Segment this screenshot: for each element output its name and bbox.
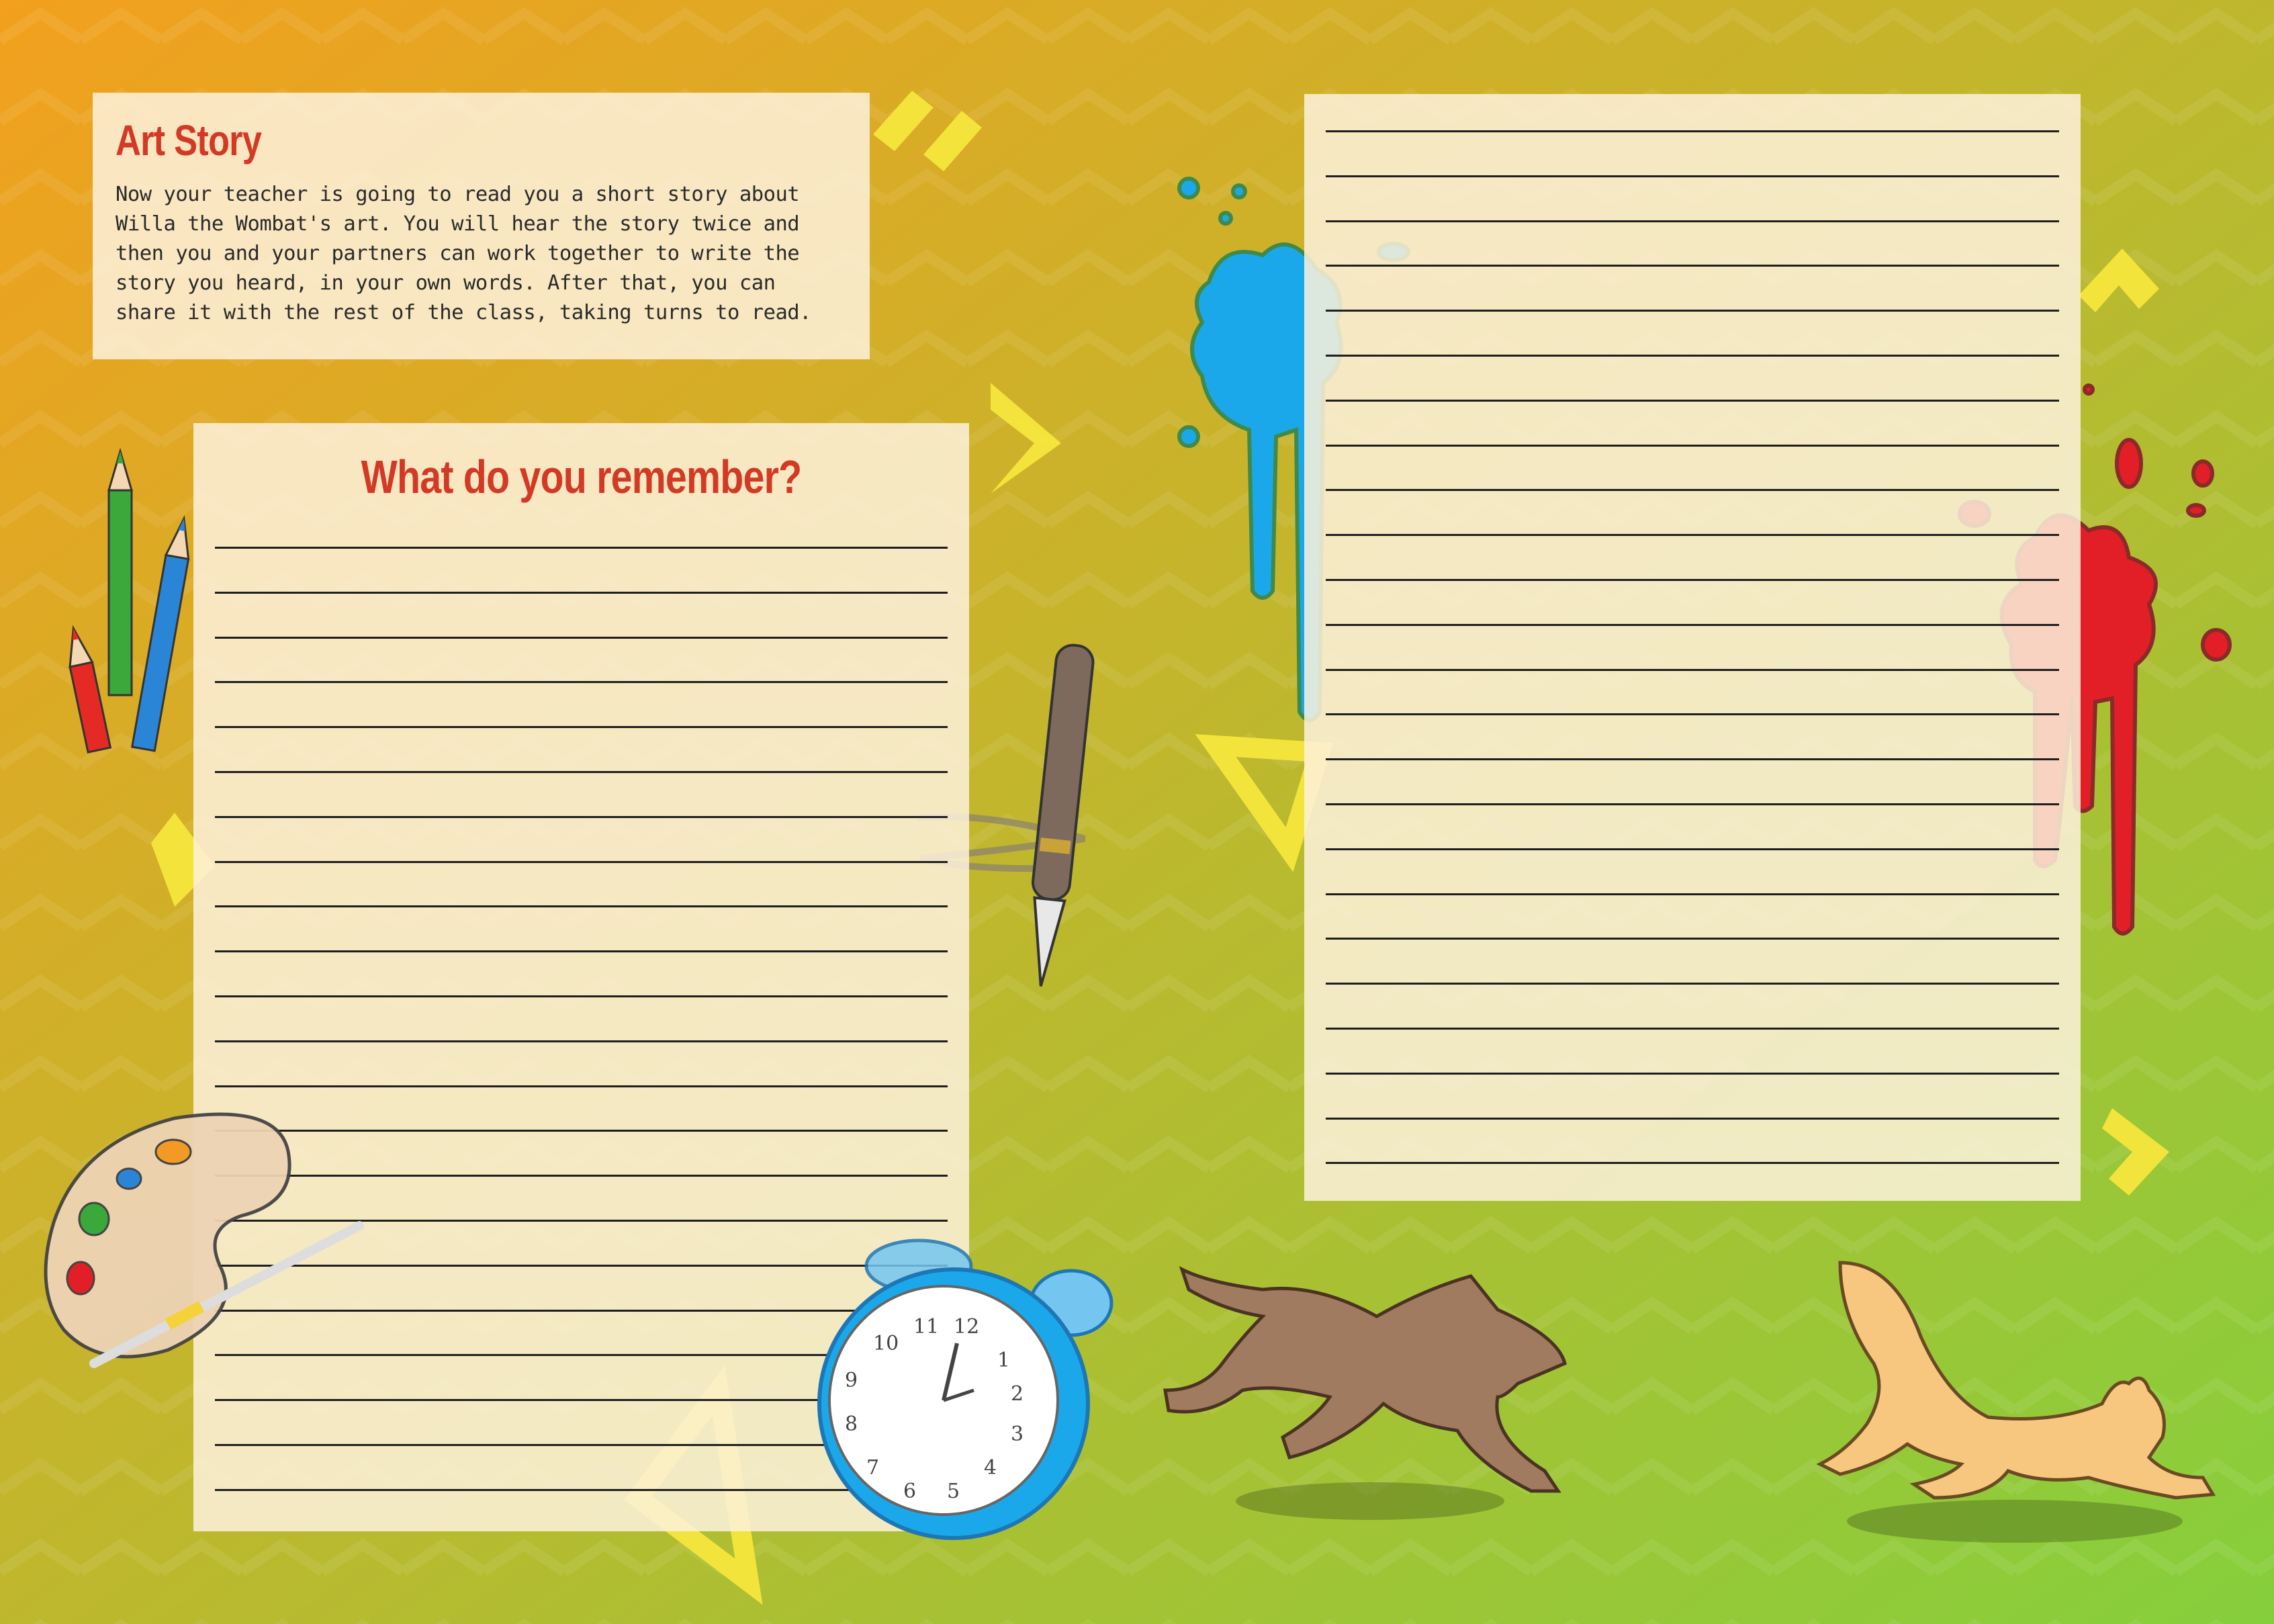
writing-line bbox=[1326, 444, 2059, 447]
writing-line bbox=[215, 1040, 948, 1042]
writing-line bbox=[215, 1354, 948, 1357]
writing-line bbox=[215, 1175, 948, 1177]
writing-line bbox=[1326, 713, 2059, 716]
writing-line bbox=[215, 547, 948, 549]
writing-line bbox=[215, 771, 948, 773]
writing-line bbox=[215, 1220, 948, 1222]
writing-line bbox=[1326, 668, 2059, 671]
right-writing-sheet bbox=[1304, 94, 2081, 1201]
writing-line bbox=[1326, 399, 2059, 402]
writing-line bbox=[215, 681, 948, 684]
writing-line bbox=[1326, 265, 2059, 267]
writing-line bbox=[1326, 1117, 2059, 1120]
writing-line bbox=[215, 591, 948, 594]
writing-line bbox=[1326, 1162, 2059, 1165]
writing-line bbox=[1326, 1072, 2059, 1075]
writing-line bbox=[1326, 130, 2059, 132]
writing-line bbox=[215, 950, 948, 953]
writing-line bbox=[215, 860, 948, 863]
writing-line bbox=[215, 1085, 948, 1087]
writing-line bbox=[215, 636, 948, 639]
writing-line bbox=[1326, 175, 2059, 177]
writing-line bbox=[1326, 489, 2059, 492]
writing-line bbox=[215, 1444, 948, 1446]
writing-line bbox=[1326, 579, 2059, 581]
writing-line bbox=[1326, 310, 2059, 312]
intro-title: Art Story bbox=[116, 116, 262, 165]
writing-lines-left[interactable] bbox=[215, 423, 948, 1531]
intro-text: Now your teacher is going to read you a … bbox=[116, 183, 812, 324]
writing-line bbox=[215, 1309, 948, 1312]
writing-line bbox=[215, 1399, 948, 1402]
writing-lines-right[interactable] bbox=[1326, 94, 2059, 1201]
writing-line bbox=[1326, 534, 2059, 537]
writing-line bbox=[215, 1488, 948, 1491]
writing-line bbox=[1326, 983, 2059, 985]
remember-panel: What do you remember? bbox=[193, 423, 969, 1531]
writing-line bbox=[1326, 355, 2059, 357]
writing-line bbox=[1326, 893, 2059, 895]
writing-line bbox=[215, 995, 948, 997]
writing-line bbox=[215, 726, 948, 729]
writing-line bbox=[1326, 938, 2059, 940]
writing-line bbox=[1326, 220, 2059, 222]
intro-panel: Art Story Now your teacher is going to r… bbox=[93, 93, 870, 359]
writing-line bbox=[1326, 803, 2059, 805]
writing-line bbox=[1326, 848, 2059, 850]
writing-line bbox=[1326, 1028, 2059, 1030]
writing-line bbox=[215, 1264, 948, 1267]
writing-line bbox=[215, 815, 948, 818]
writing-line bbox=[215, 905, 948, 908]
writing-line bbox=[1326, 623, 2059, 626]
writing-line bbox=[215, 1130, 948, 1132]
writing-line bbox=[1326, 758, 2059, 761]
